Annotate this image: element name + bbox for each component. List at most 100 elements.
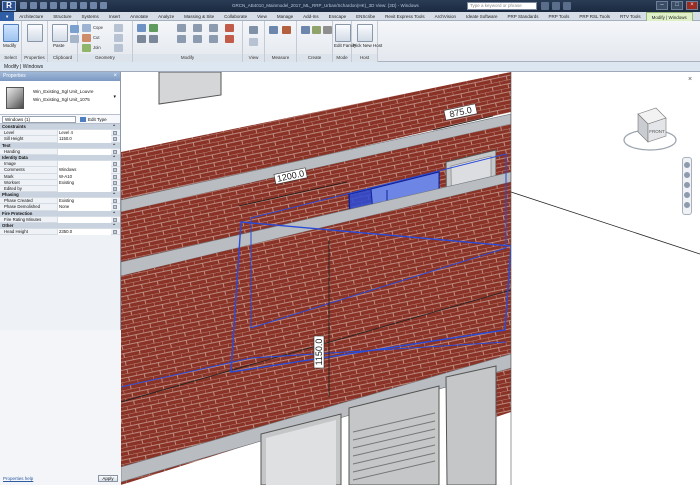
search-icon[interactable] <box>541 2 549 10</box>
tab-revit-express-tools[interactable]: Revit Express Tools <box>380 12 429 21</box>
dimension-value-box[interactable]: 1150.0 <box>313 335 325 369</box>
override-graphics-icon[interactable] <box>249 38 258 46</box>
associate-parameter-button[interactable] <box>113 230 117 235</box>
zoom-icon[interactable] <box>684 182 690 188</box>
tab-prp-standards[interactable]: PRP Standards <box>503 12 544 21</box>
measure-distance-icon[interactable] <box>269 26 278 34</box>
paint-icon[interactable] <box>114 44 123 52</box>
steering-wheel-icon[interactable] <box>684 162 690 168</box>
cope-icon[interactable] <box>82 24 91 32</box>
copy-element-icon[interactable] <box>149 35 158 43</box>
associate-parameter-button[interactable] <box>113 180 117 185</box>
tab-rtv-tools[interactable]: RTV Tools <box>615 12 646 21</box>
mirror-axis-icon[interactable] <box>177 24 186 32</box>
associate-parameter-button[interactable] <box>113 149 117 154</box>
tab-insert[interactable]: Insert <box>104 12 125 21</box>
pin-icon[interactable] <box>225 24 234 32</box>
tab-structure[interactable]: Structure <box>48 12 76 21</box>
viewcube[interactable]: FRONT <box>622 100 678 156</box>
app-logo-button[interactable]: R <box>2 1 16 11</box>
tab-modify-windows[interactable]: Modify | Windows <box>645 12 693 21</box>
search-input[interactable]: Type a keyword or phrase <box>467 2 537 10</box>
tab-enscape[interactable]: Enscape <box>324 12 352 21</box>
mirror-draw-icon[interactable] <box>193 24 202 32</box>
maximize-button[interactable]: □ <box>671 1 683 10</box>
delete-icon[interactable] <box>225 35 234 43</box>
trim-icon[interactable] <box>193 35 202 43</box>
type-selector[interactable]: Win_Existing_Sgl Unit_Louvre Win_Existin… <box>0 81 120 115</box>
cope-label[interactable]: Cope <box>93 25 103 30</box>
tab-add-ins[interactable]: Add-Ins <box>298 12 324 21</box>
pan-icon[interactable] <box>684 172 690 178</box>
hide-in-view-icon[interactable] <box>249 26 258 34</box>
tab-annotate[interactable]: Annotate <box>125 12 153 21</box>
associate-parameter-button[interactable] <box>113 217 117 222</box>
edit-type-button[interactable]: Edit Type <box>80 116 107 123</box>
nav-menu-icon[interactable] <box>684 202 690 208</box>
text-icon[interactable] <box>80 2 87 9</box>
save-icon[interactable] <box>30 2 37 9</box>
create-parts-icon[interactable] <box>312 26 321 34</box>
paste-button[interactable] <box>52 24 68 42</box>
view-3d-icon[interactable] <box>90 2 97 9</box>
tab-ideate-software[interactable]: Ideate Software <box>461 12 503 21</box>
associate-parameter-button[interactable] <box>113 137 117 142</box>
instance-filter-dropdown[interactable]: Windows (1) <box>2 116 76 123</box>
close-icon[interactable]: × <box>113 72 117 81</box>
tab-architecture[interactable]: Architecture <box>14 12 48 21</box>
rotate-icon[interactable] <box>177 35 186 43</box>
tab-view[interactable]: View <box>252 12 272 21</box>
dimension-icon[interactable] <box>282 26 291 34</box>
properties-help-link[interactable]: Properties help <box>3 476 33 481</box>
cut-geometry-icon[interactable] <box>82 34 91 42</box>
properties-header[interactable]: Properties × <box>0 72 120 81</box>
close-view-icon[interactable]: × <box>686 76 694 84</box>
apply-button[interactable]: Apply <box>98 475 118 482</box>
cut-geometry-label[interactable]: Cut <box>93 35 100 40</box>
tab-enscribe[interactable]: ENScribe <box>351 12 380 21</box>
undo-icon[interactable] <box>40 2 47 9</box>
associate-parameter-button[interactable] <box>113 199 117 204</box>
pick-new-host-button[interactable] <box>357 24 373 42</box>
chevron-down-icon[interactable]: ▾ <box>113 94 116 100</box>
type-properties-button[interactable] <box>27 24 43 42</box>
tab-prp-rsl-tools[interactable]: PRP RSL Tools <box>574 12 615 21</box>
split-icon[interactable] <box>209 24 218 32</box>
print-icon[interactable] <box>60 2 67 9</box>
navigation-bar[interactable] <box>682 157 692 215</box>
associate-parameter-button[interactable] <box>113 174 117 179</box>
orbit-icon[interactable] <box>684 192 690 198</box>
minimize-button[interactable]: – <box>656 1 668 10</box>
move-icon[interactable] <box>137 35 146 43</box>
select-group-label[interactable]: Select <box>0 54 21 62</box>
join-label[interactable]: Join <box>93 45 101 50</box>
offset-icon[interactable] <box>149 24 158 32</box>
wall-joins-icon[interactable] <box>114 24 123 32</box>
building-model[interactable]: 1200.0875.01150.0 <box>121 72 700 485</box>
create-assembly-icon[interactable] <box>301 26 310 34</box>
tab-systems[interactable]: Systems <box>77 12 104 21</box>
associate-parameter-button[interactable] <box>113 162 117 167</box>
associate-parameter-button[interactable] <box>113 205 117 210</box>
associate-parameter-button[interactable] <box>113 131 117 136</box>
join-icon[interactable] <box>82 44 91 52</box>
tab-massing-site[interactable]: Massing & Site <box>179 12 219 21</box>
modify-tool-button[interactable] <box>3 24 19 42</box>
create-group-icon[interactable] <box>323 26 332 34</box>
measure-icon[interactable] <box>70 2 77 9</box>
redo-icon[interactable] <box>50 2 57 9</box>
tab-archvision[interactable]: ArchVision <box>430 12 461 21</box>
align-icon[interactable] <box>137 24 146 32</box>
associate-parameter-button[interactable] <box>113 186 117 191</box>
array-icon[interactable] <box>209 35 218 43</box>
tab-manage[interactable]: Manage <box>272 12 298 21</box>
tab-prp-tools[interactable]: PRP Tools <box>543 12 574 21</box>
split-face-icon[interactable] <box>114 34 123 42</box>
tab-collaborate[interactable]: Collaborate <box>219 12 252 21</box>
tab-analyze[interactable]: Analyze <box>153 12 179 21</box>
user-icon[interactable] <box>552 2 560 10</box>
open-icon[interactable] <box>20 2 27 9</box>
3d-viewport[interactable]: 1200.0 875.0 1150.0 × FRONT <box>121 72 700 485</box>
property-value-field[interactable]: 2350.0 <box>57 229 111 236</box>
close-button[interactable]: × <box>686 1 698 10</box>
